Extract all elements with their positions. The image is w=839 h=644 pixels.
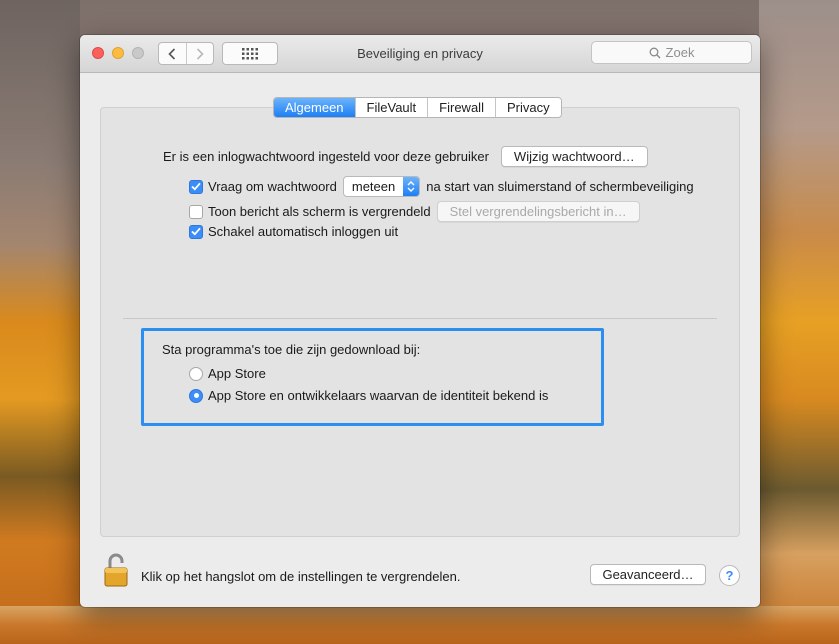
- back-button[interactable]: [159, 43, 186, 64]
- password-status-text: Er is een inlogwachtwoord ingesteld voor…: [163, 149, 489, 164]
- search-placeholder: Zoek: [665, 45, 695, 60]
- require-password-suffix: na start van sluimerstand of schermbevei…: [426, 179, 694, 194]
- tab-bar: Algemeen FileVault Firewall Privacy: [273, 97, 562, 118]
- chevron-right-icon: [196, 47, 204, 60]
- password-row: Er is een inlogwachtwoord ingesteld voor…: [163, 146, 648, 167]
- download-sources-heading: Sta programma's toe die zijn gedownload …: [162, 342, 421, 357]
- checkmark-icon: [191, 227, 201, 236]
- set-lock-message-button[interactable]: Stel vergrendelingsbericht in…: [436, 201, 640, 222]
- desktop-wallpaper-bottom: [0, 606, 839, 644]
- require-password-label: Vraag om wachtwoord: [208, 179, 337, 194]
- require-password-row: Vraag om wachtwoord meteen na start van …: [189, 176, 694, 197]
- minimize-window-button[interactable]: [112, 47, 124, 59]
- disable-autologin-label: Schakel automatisch inloggen uit: [208, 224, 399, 239]
- window-title: Beveiliging en privacy: [357, 46, 483, 61]
- grid-icon: [242, 47, 258, 59]
- lock-instruction-text: Klik op het hangslot om de instellingen …: [141, 569, 461, 584]
- search-icon: [649, 47, 661, 58]
- search-field[interactable]: Zoek: [591, 41, 752, 64]
- forward-button[interactable]: [185, 43, 213, 64]
- radio-identified-developers[interactable]: [189, 388, 203, 403]
- unlocked-padlock-icon[interactable]: [104, 553, 128, 587]
- close-window-button[interactable]: [92, 47, 104, 59]
- tab-privacy[interactable]: Privacy: [494, 98, 561, 117]
- help-button[interactable]: ?: [719, 565, 740, 586]
- require-password-checkbox[interactable]: [189, 179, 203, 194]
- section-divider: [123, 318, 717, 319]
- advanced-button[interactable]: Geavanceerd…: [590, 564, 706, 585]
- desktop-wallpaper-right: [759, 0, 839, 644]
- navigation-buttons: [158, 42, 214, 65]
- radio-identified-developers-row[interactable]: App Store en ontwikkelaars waarvan de id…: [189, 388, 548, 403]
- disable-autologin-checkbox[interactable]: [189, 224, 203, 239]
- show-message-checkbox[interactable]: [189, 204, 203, 219]
- tab-firewall[interactable]: Firewall: [427, 98, 495, 117]
- download-heading-row: Sta programma's toe die zijn gedownload …: [162, 342, 420, 357]
- title-bar: Beveiliging en privacy Zoek: [80, 35, 760, 73]
- show-message-label: Toon bericht als scherm is vergrendeld: [208, 204, 431, 219]
- updown-arrows-icon: [403, 177, 420, 196]
- zoom-window-button[interactable]: [132, 47, 144, 59]
- password-delay-value: meteen: [351, 179, 396, 194]
- show-message-row: Toon bericht als scherm is vergrendeld S…: [189, 201, 640, 222]
- change-password-button[interactable]: Wijzig wachtwoord…: [500, 146, 648, 167]
- general-panel: Er is een inlogwachtwoord ingesteld voor…: [100, 107, 740, 537]
- checkmark-icon: [191, 182, 201, 191]
- tab-filevault[interactable]: FileVault: [354, 98, 428, 117]
- radio-app-store[interactable]: [189, 366, 203, 381]
- radio-identified-developers-label: App Store en ontwikkelaars waarvan de id…: [208, 388, 549, 403]
- preferences-window: Beveiliging en privacy Zoek Algemeen Fil…: [80, 35, 760, 607]
- radio-app-store-label: App Store: [208, 366, 266, 381]
- disable-autologin-row: Schakel automatisch inloggen uit: [189, 224, 398, 239]
- password-delay-select[interactable]: meteen: [342, 176, 421, 197]
- tab-general[interactable]: Algemeen: [274, 98, 355, 117]
- chevron-left-icon: [168, 47, 176, 60]
- radio-app-store-row[interactable]: App Store: [189, 366, 266, 381]
- desktop-wallpaper-left: [0, 0, 80, 644]
- show-all-button[interactable]: [222, 42, 278, 65]
